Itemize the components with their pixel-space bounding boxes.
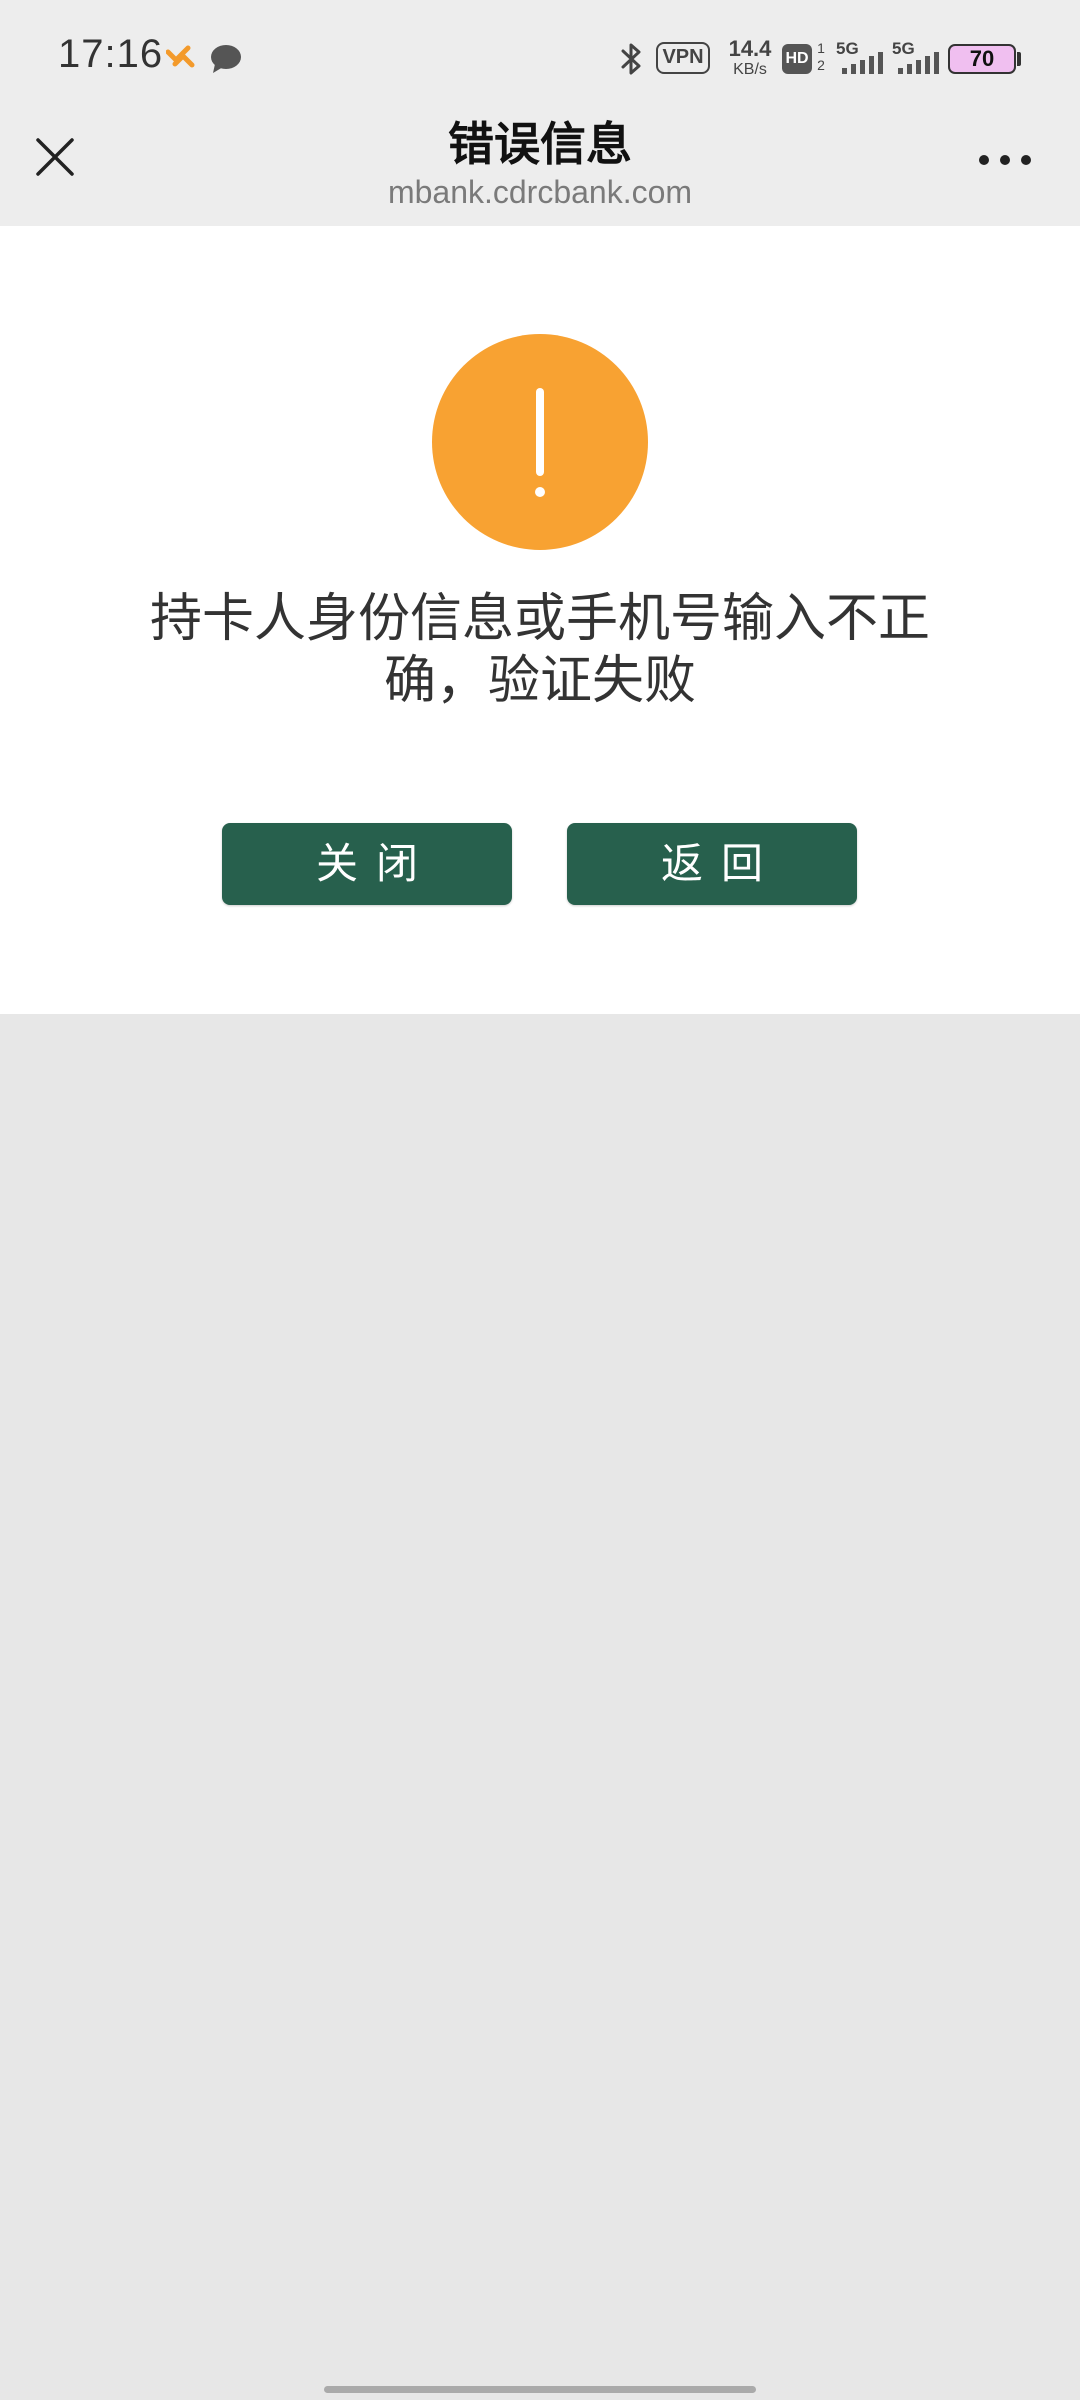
more-options-icon[interactable] [975,140,1035,180]
hd-sim-top: 1 [817,40,825,56]
network-speed-value: 14.4 [728,36,772,61]
hd-voice-badge: HD [782,44,812,74]
network-speed: 14.4 KB/s [722,38,778,78]
app-notification-icon [165,44,196,70]
status-time: 17:16 [58,32,164,76]
signal-2-bars-icon [898,52,939,74]
page-title: 错误信息 [448,117,632,171]
hd-sim-bottom: 2 [817,57,825,73]
title-bar: 错误信息 mbank.cdrcbank.com [0,110,1080,226]
warning-icon [432,334,648,550]
bluetooth-icon [618,40,646,78]
close-button[interactable]: 关闭 [222,823,512,905]
message-notification-icon [210,44,242,74]
signal-1-bars-icon [842,52,883,74]
status-bar: 17:16 VPN 14.4 KB/s HD 1 2 5G 5G 70 [0,0,1080,110]
vpn-badge: VPN [656,42,710,74]
battery-icon [1017,52,1021,66]
battery-level: 70 [948,44,1016,74]
signal-1: 5G [836,40,884,76]
error-message: 持卡人身份信息或手机号输入不正确，验证失败 [149,589,930,711]
hd-sim-indicator: 1 2 [814,40,828,74]
back-button[interactable]: 返回 [567,823,857,905]
error-card: 持卡人身份信息或手机号输入不正确，验证失败 关闭 返回 [0,226,1080,1014]
page-url: mbank.cdrcbank.com [387,174,693,210]
home-indicator[interactable] [324,2386,756,2393]
network-speed-unit: KB/s [733,61,767,78]
close-icon[interactable] [30,132,80,182]
signal-2: 5G [892,40,940,76]
